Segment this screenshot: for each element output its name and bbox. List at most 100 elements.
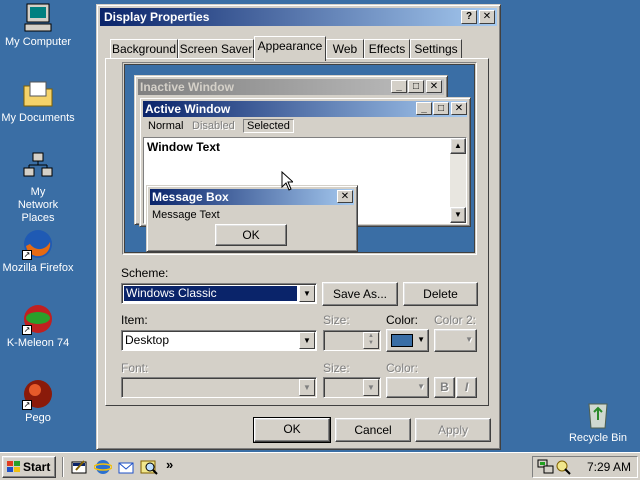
chevron-down-icon[interactable]: ▼ — [363, 379, 379, 396]
chevron-down-icon: ▼ — [417, 335, 425, 344]
font-color-button[interactable]: ▼ — [386, 377, 429, 398]
minimize-icon: _ — [416, 102, 432, 115]
desktop-icon-label: My Documents — [1, 112, 75, 124]
search-icon[interactable] — [140, 458, 158, 476]
scheme-label: Scheme: — [121, 266, 169, 280]
tab-web[interactable]: Web — [326, 39, 364, 59]
mouse-cursor-icon — [281, 171, 293, 191]
item-select[interactable]: Desktop ▼ — [121, 330, 317, 351]
chevron-down-icon: ▼ — [465, 335, 473, 344]
clock[interactable]: 7:29 AM — [587, 460, 631, 474]
item-size-label: Size: — [323, 313, 350, 327]
scroll-up-icon: ▲ — [450, 138, 466, 154]
preview-ok-button: OK — [215, 224, 287, 246]
message-box-title-bar: Message Box — [150, 189, 354, 205]
maximize-icon: □ — [433, 102, 449, 115]
cancel-button[interactable]: Cancel — [335, 418, 411, 442]
show-desktop-icon[interactable] — [70, 458, 88, 476]
my-computer-icon — [22, 2, 54, 34]
chevron-down-icon: ▼ — [417, 382, 425, 391]
shortcut-arrow-icon: ↗ — [22, 250, 32, 260]
menu-selected: Selected — [243, 119, 294, 133]
close-icon: ✕ — [451, 102, 467, 115]
internet-explorer-icon[interactable] — [93, 458, 113, 476]
spinner-icon[interactable]: ▲ ▼ — [363, 332, 379, 349]
desktop-icon-label: Mozilla Firefox — [2, 262, 74, 274]
item-value: Desktop — [125, 333, 170, 347]
taskbar: Start » 7:29 AM — [0, 452, 640, 480]
pego-icon: ↗ — [22, 378, 54, 410]
item-label: Item: — [121, 313, 148, 327]
system-tray: 7:29 AM — [532, 456, 638, 478]
desktop-icon-label: K-Meleon 74 — [6, 337, 70, 349]
desktop-icon-label: My Network Places — [17, 186, 59, 224]
recycle-bin-icon — [582, 398, 614, 430]
item-color-label: Color: — [386, 313, 419, 327]
save-as-button[interactable]: Save As... — [322, 282, 398, 306]
item-size-spinner[interactable]: ▲ ▼ — [323, 330, 381, 351]
preview-desktop[interactable]: Inactive Window _ □ ✕ Active Window _ □ … — [124, 64, 475, 253]
scroll-down-icon: ▼ — [450, 207, 466, 223]
help-button[interactable]: ? — [461, 10, 477, 24]
tab-background[interactable]: Background — [110, 39, 178, 59]
search-tray-icon[interactable] — [555, 459, 571, 475]
my-documents-icon — [22, 78, 54, 110]
font-color-label: Color: — [386, 361, 419, 375]
start-label: Start — [23, 460, 51, 474]
desktop-icon-k-meleon[interactable]: ↗ K-Meleon 74 — [0, 303, 76, 350]
dialog-title: Display Properties — [104, 10, 210, 24]
color-swatch — [391, 334, 413, 347]
desktop-icon-my-computer[interactable]: My Computer — [0, 2, 76, 49]
shortcut-arrow-icon: ↗ — [22, 400, 32, 410]
desktop-icon-recycle-bin[interactable]: Recycle Bin — [560, 398, 636, 445]
firefox-icon: ↗ — [22, 228, 54, 260]
scheme-select[interactable]: Windows Classic ▼ — [121, 283, 317, 304]
chevron-down-icon[interactable]: ▼ — [299, 379, 315, 396]
close-button[interactable]: ✕ — [479, 10, 495, 24]
windows-logo-icon — [7, 461, 20, 472]
chevron-down-icon[interactable]: ▼ — [299, 332, 315, 349]
network-places-icon — [22, 152, 54, 184]
close-icon: ✕ — [482, 11, 492, 22]
appearance-preview: Inactive Window _ □ ✕ Active Window _ □ … — [122, 62, 477, 255]
preview-message-box[interactable]: Message Box ✕ Message Text OK — [146, 185, 358, 252]
scheme-value: Windows Classic — [123, 285, 298, 302]
preview-scrollbar: ▲ ▼ — [450, 138, 466, 223]
font-label: Font: — [121, 361, 149, 375]
tab-screen-saver[interactable]: Screen Saver — [178, 39, 254, 59]
font-size-label: Size: — [323, 361, 350, 375]
desktop-icon-label: Recycle Bin — [568, 432, 628, 444]
k-meleon-icon: ↗ — [22, 303, 54, 335]
maximize-icon: □ — [408, 80, 424, 93]
desktop-icon-pego[interactable]: ↗ Pego — [0, 378, 76, 425]
desktop-icon-network-places[interactable]: My Network Places — [0, 152, 76, 225]
font-select[interactable]: ▼ — [121, 377, 317, 398]
desktop-icon-my-documents[interactable]: My Documents — [0, 78, 76, 125]
network-tray-icon[interactable] — [537, 459, 555, 475]
chevron-double-right-icon[interactable]: » — [166, 457, 173, 472]
item-color2-label: Color 2: — [434, 313, 477, 327]
desktop-icon-firefox[interactable]: ↗ Mozilla Firefox — [0, 228, 76, 275]
item-color-button[interactable]: ▼ — [386, 329, 429, 352]
window-text: Window Text — [147, 140, 220, 154]
apply-button[interactable]: Apply — [415, 418, 491, 442]
message-text: Message Text — [152, 209, 220, 221]
dialog-title-bar[interactable]: Display Properties ? ✕ — [100, 8, 497, 26]
italic-button[interactable]: I — [456, 377, 477, 398]
font-size-select[interactable]: ▼ — [323, 377, 381, 398]
bold-button[interactable]: B — [434, 377, 455, 398]
delete-button[interactable]: Delete — [403, 282, 478, 306]
desktop-icon-label: My Computer — [4, 36, 72, 48]
ok-button[interactable]: OK — [253, 417, 331, 443]
desktop-icon-label: Pego — [25, 412, 51, 424]
tab-settings[interactable]: Settings — [410, 39, 462, 59]
start-button[interactable]: Start — [2, 456, 56, 478]
outlook-express-icon[interactable] — [117, 458, 135, 476]
tab-effects[interactable]: Effects — [364, 39, 410, 59]
menu-normal: Normal — [148, 120, 184, 132]
close-icon: ✕ — [337, 190, 353, 203]
item-color2-button[interactable]: ▼ — [434, 329, 477, 352]
chevron-down-icon[interactable]: ▼ — [299, 285, 315, 302]
tab-appearance[interactable]: Appearance — [254, 36, 326, 61]
minimize-icon: _ — [391, 80, 407, 93]
